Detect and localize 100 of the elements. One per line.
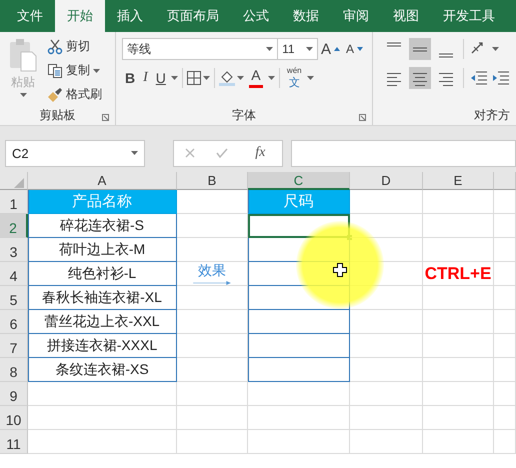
- grow-font-button[interactable]: A: [318, 40, 343, 58]
- sheet-cell[interactable]: [248, 430, 350, 454]
- sheet-cell[interactable]: [494, 406, 516, 430]
- sheet-cell[interactable]: [28, 430, 177, 454]
- ribbon-tab[interactable]: 文件: [5, 0, 55, 32]
- row-header[interactable]: 8: [0, 358, 28, 382]
- column-header[interactable]: B: [177, 172, 248, 190]
- dialog-launcher-icon[interactable]: [102, 114, 109, 121]
- sheet-cell[interactable]: [248, 382, 350, 406]
- sheet-cell[interactable]: [177, 310, 248, 334]
- shrink-font-button[interactable]: A: [342, 42, 366, 56]
- sheet-cell[interactable]: [423, 382, 494, 406]
- cut-button[interactable]: 剪切: [44, 36, 105, 57]
- column-header[interactable]: D: [350, 172, 423, 190]
- sheet-cell[interactable]: [177, 382, 248, 406]
- sheet-cell[interactable]: [177, 286, 248, 310]
- cancel-icon[interactable]: [184, 148, 195, 158]
- ribbon-tab[interactable]: 审阅: [331, 0, 381, 32]
- ribbon-tab[interactable]: 插入: [105, 0, 155, 32]
- sheet-cell[interactable]: [350, 190, 423, 214]
- ribbon-tab[interactable]: 开发工具: [431, 0, 507, 32]
- phonetic-guide-button[interactable]: wén 文: [284, 67, 305, 89]
- sheet-cell[interactable]: [248, 406, 350, 430]
- font-size-field[interactable]: 11: [278, 38, 318, 60]
- sheet-cell[interactable]: [177, 358, 248, 382]
- font-name-field[interactable]: 等线: [122, 38, 278, 60]
- sheet-cell[interactable]: [494, 238, 516, 262]
- borders-icon[interactable]: [186, 71, 201, 85]
- sheet-cell[interactable]: [28, 406, 177, 430]
- sheet-cell[interactable]: [350, 238, 423, 262]
- sheet-cell[interactable]: 效果: [177, 262, 248, 286]
- column-header[interactable]: E: [423, 172, 494, 190]
- sheet-cell[interactable]: [350, 310, 423, 334]
- font-color-button[interactable]: A: [246, 68, 266, 88]
- check-icon[interactable]: [216, 148, 228, 158]
- insert-function-button[interactable]: fx: [249, 144, 272, 162]
- sheet-cell[interactable]: [423, 406, 494, 430]
- sheet-cell[interactable]: [177, 430, 248, 454]
- row-header[interactable]: 5: [0, 286, 28, 310]
- ribbon-tab[interactable]: 开始: [55, 0, 105, 32]
- column-header[interactable]: C: [248, 172, 350, 190]
- sheet-cell[interactable]: [423, 190, 494, 214]
- ribbon-tab[interactable]: 页面布局: [155, 0, 231, 32]
- column-header[interactable]: A: [28, 172, 177, 190]
- column-header[interactable]: [494, 172, 516, 190]
- sheet-cell[interactable]: [494, 214, 516, 238]
- sheet-cell[interactable]: [177, 334, 248, 358]
- sheet-cell[interactable]: [423, 430, 494, 454]
- sheet-cell[interactable]: [350, 430, 423, 454]
- sheet-cell[interactable]: [423, 238, 494, 262]
- row-header[interactable]: 9: [0, 382, 28, 406]
- sheet-cell[interactable]: [177, 238, 248, 262]
- sheet-cell[interactable]: [350, 262, 423, 286]
- decrease-indent-icon[interactable]: [470, 70, 488, 86]
- dialog-launcher-icon[interactable]: [359, 114, 366, 121]
- sheet-cell[interactable]: [350, 334, 423, 358]
- row-header[interactable]: 6: [0, 310, 28, 334]
- row-header[interactable]: 3: [0, 238, 28, 262]
- sheet-cell[interactable]: [350, 406, 423, 430]
- underline-button[interactable]: U: [152, 70, 169, 86]
- select-all-icon[interactable]: [14, 178, 24, 188]
- formula-input[interactable]: [291, 140, 516, 166]
- sheet-cell[interactable]: [350, 214, 423, 238]
- sheet-cell[interactable]: [350, 358, 423, 382]
- ribbon-tab[interactable]: 数据: [281, 0, 331, 32]
- sheet-cell[interactable]: [177, 214, 248, 238]
- italic-button[interactable]: I: [140, 70, 151, 86]
- sheet-cell[interactable]: [494, 262, 516, 286]
- row-header[interactable]: 7: [0, 334, 28, 358]
- align-middle-button[interactable]: [409, 38, 431, 60]
- sheet-cell[interactable]: [494, 358, 516, 382]
- sheet-cell[interactable]: [494, 382, 516, 406]
- row-header[interactable]: 1: [0, 190, 28, 214]
- sheet-cell[interactable]: [350, 286, 423, 310]
- align-center-button[interactable]: [409, 67, 431, 89]
- ribbon-tab[interactable]: 公式: [231, 0, 281, 32]
- sheet-cell[interactable]: [423, 358, 494, 382]
- fill-handle[interactable]: [347, 235, 352, 240]
- sheet-cell[interactable]: [494, 334, 516, 358]
- sheet-cell[interactable]: [177, 406, 248, 430]
- row-header[interactable]: 2: [0, 214, 28, 238]
- row-header[interactable]: 4: [0, 262, 28, 286]
- ribbon-tab[interactable]: 视图: [381, 0, 431, 32]
- row-header[interactable]: 10: [0, 406, 28, 430]
- sheet-cell[interactable]: [350, 382, 423, 406]
- sheet-cell[interactable]: [423, 310, 494, 334]
- fill-color-icon[interactable]: [218, 70, 235, 86]
- sheet-cell[interactable]: [494, 190, 516, 214]
- name-box[interactable]: C2: [5, 140, 145, 166]
- sheet-cell[interactable]: [494, 430, 516, 454]
- format-painter-button[interactable]: 格式刷: [44, 84, 105, 105]
- sheet-cell[interactable]: [28, 382, 177, 406]
- sheet-cell[interactable]: [423, 286, 494, 310]
- sheet-cell[interactable]: [494, 310, 516, 334]
- sheet-cell[interactable]: [423, 214, 494, 238]
- sheet-cell[interactable]: [423, 334, 494, 358]
- sheet-cell[interactable]: [494, 286, 516, 310]
- copy-button[interactable]: 复制: [44, 60, 105, 81]
- bold-button[interactable]: B: [122, 70, 138, 86]
- increase-indent-icon[interactable]: [492, 70, 510, 86]
